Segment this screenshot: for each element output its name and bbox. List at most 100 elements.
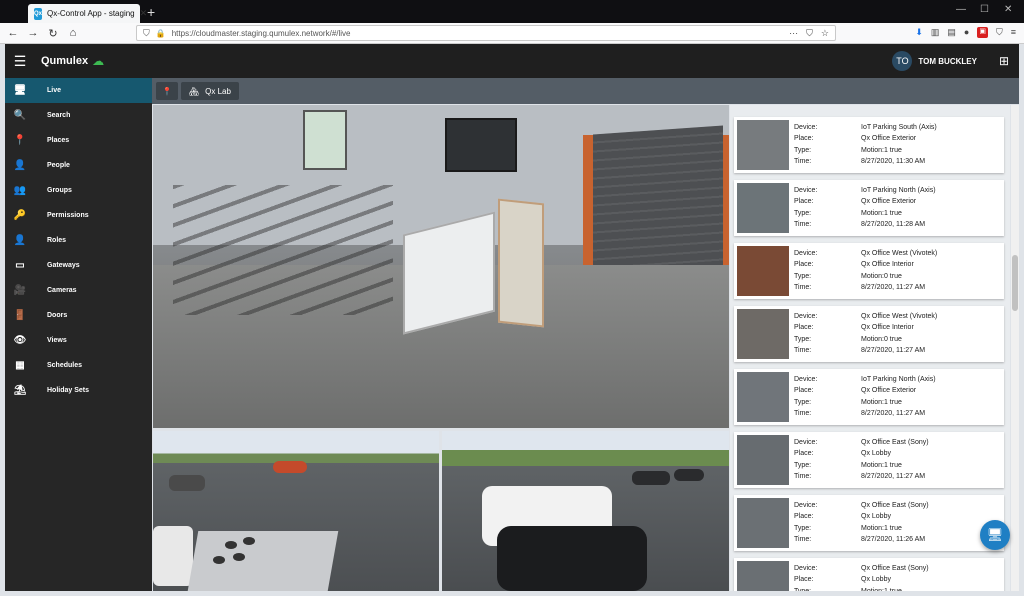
avatar[interactable]: TO — [892, 51, 913, 71]
sidebar-item-label: Holiday Sets — [47, 387, 90, 394]
event-label-place: Place: — [794, 513, 814, 521]
sidebar-item-people[interactable]: 👤 People — [5, 153, 152, 178]
event-thumbnail[interactable] — [737, 183, 789, 233]
user-name[interactable]: TOM BUCKLEY — [918, 57, 977, 66]
sidebar-item-views[interactable]: 👁 Views — [5, 328, 152, 353]
event-label-place: Place: — [794, 135, 814, 143]
sidebar-item-gateways[interactable]: ▭ Gateways — [5, 253, 152, 278]
event-device: IoT Parking South (Axis) — [861, 124, 937, 131]
location-button[interactable]: 📍 — [156, 82, 178, 100]
umbrella-icon: ⛱ — [13, 385, 27, 396]
event-label-time: Time: — [794, 157, 812, 165]
event-thumbnail[interactable] — [737, 561, 789, 591]
bookmark-star-icon[interactable]: ☆ — [821, 28, 829, 39]
event-thumbnail[interactable] — [737, 246, 789, 296]
event-label-time: Time: — [794, 220, 812, 228]
event-labels: Device: Place: Type: Time: — [794, 248, 817, 293]
sidebar-item-places[interactable]: 📍 Places — [5, 128, 152, 153]
event-device: Qx Office West (Vivotek) — [861, 250, 938, 257]
event-place: Qx Lobby — [861, 576, 891, 584]
event-card[interactable]: Device:Place:Type:Time:Qx Office East (S… — [734, 558, 1004, 591]
event-card[interactable]: Device: Place: Type: Time: Qx Office West (V… — [734, 243, 1004, 299]
extension-icon[interactable]: ⛉ — [996, 27, 1003, 38]
events-scrollbar[interactable] — [1011, 105, 1019, 591]
sidebar-item-holiday-sets[interactable]: ⛱ Holiday Sets — [5, 378, 152, 403]
hamburger-menu-icon[interactable]: ☰ — [5, 53, 35, 70]
reload-icon[interactable]: ↻ — [46, 27, 60, 40]
event-time: 8/27/2020, 11:27 AM — [861, 409, 926, 417]
sidebar-item-search[interactable]: 🔍 Search — [5, 103, 152, 128]
menu-icon[interactable]: ≡ — [1011, 27, 1016, 38]
cloud-icon: ☁ — [92, 54, 105, 68]
camera-feed-parking-right[interactable] — [442, 431, 729, 591]
address-bar[interactable]: ⛉ 🔒 https://cloudmaster.staging.qumulex.… — [136, 25, 836, 41]
minimize-icon[interactable]: — — [956, 4, 966, 15]
event-device: Qx Office East (Sony) — [861, 565, 929, 572]
sidebar-item-live[interactable]: 🖥 Live — [5, 78, 152, 103]
event-card[interactable]: Device: Place: Type: Time: IoT Parking South… — [734, 117, 1004, 173]
event-thumbnail[interactable] — [737, 435, 789, 485]
event-place: Qx Office Exterior — [861, 135, 917, 143]
event-card[interactable]: Device:Place:Type:Time:Qx Office East (S… — [734, 432, 1004, 488]
event-thumbnail[interactable] — [737, 372, 789, 422]
sidebar-item-label: People — [47, 162, 70, 169]
camera-feed-parking-left[interactable] — [153, 431, 439, 591]
events-panel: Device: Place: Type: Time: IoT Parking South… — [730, 105, 1010, 591]
event-type: Motion:1 true — [861, 461, 902, 469]
event-type: Motion:1 true — [861, 524, 902, 532]
sidebar-item-label: Live — [47, 87, 62, 94]
event-card[interactable]: Device:Place:Type:Time:Qx Office East (S… — [734, 495, 1004, 551]
tab-favicon: Qx — [34, 7, 43, 20]
event-card[interactable]: Device: Place: Type: Time: IoT Parking North… — [734, 369, 1004, 425]
event-thumbnail[interactable] — [737, 309, 789, 359]
sidebar-item-schedules[interactable]: ▦ Schedules — [5, 353, 152, 378]
event-card[interactable]: Device: Place: Type: Time: IoT Parking North… — [734, 180, 1004, 236]
lock-icon: 🔒 — [155, 28, 166, 38]
layout-grid-icon[interactable]: ⊞ — [999, 54, 1009, 68]
camera-feed-main[interactable] — [153, 105, 729, 428]
event-label-place: Place: — [794, 324, 814, 332]
event-label-place: Place: — [794, 387, 814, 395]
maximize-icon[interactable]: ☐ — [980, 4, 989, 15]
sidebar-item-roles[interactable]: 👤 Roles — [5, 228, 152, 253]
home-icon[interactable]: ⌂ — [66, 27, 80, 39]
scrollbar-thumb[interactable] — [1012, 255, 1018, 311]
library-icon[interactable]: ▥ — [931, 27, 940, 38]
place-chip[interactable]: 🏘 Qx Lab — [180, 82, 239, 100]
new-tab-icon[interactable]: + — [147, 4, 155, 20]
extension-badge-icon[interactable]: ▣ — [977, 27, 988, 38]
forward-icon[interactable]: → — [26, 27, 40, 39]
live-view-fab-button[interactable]: 🖥 — [980, 520, 1010, 550]
account-icon[interactable]: ● — [964, 27, 969, 38]
browser-tab[interactable]: Qx Qx-Control App - staging ✕ — [28, 4, 147, 23]
event-label-place: Place: — [794, 576, 814, 584]
close-window-icon[interactable]: ✕ — [1004, 4, 1012, 15]
sidebar-item-permissions[interactable]: 🔑 Permissions — [5, 203, 152, 228]
event-label-time: Time: — [794, 535, 812, 543]
sidebar-item-label: Groups — [47, 187, 72, 194]
event-device: IoT Parking North (Axis) — [861, 376, 936, 383]
event-type: Motion:0 true — [861, 335, 902, 343]
role-icon: 👤 — [13, 235, 27, 246]
event-label-type: Type: — [794, 524, 812, 532]
shield-icon: ⛉ — [143, 27, 150, 38]
event-thumbnail[interactable] — [737, 498, 789, 548]
monitor-icon: 🖥 — [13, 85, 27, 96]
event-card[interactable]: Device: Place: Type: Time: Qx Office West (V… — [734, 306, 1004, 362]
event-values: Qx Office East (Sony) Qx Lobby Motion:1 tr… — [861, 500, 929, 545]
sidebar-item-doors[interactable]: 🚪 Doors — [5, 303, 152, 328]
back-icon[interactable]: ← — [6, 27, 20, 39]
sidebar-item-cameras[interactable]: 🎥 Cameras — [5, 278, 152, 303]
page-actions-icon[interactable]: ··· — [789, 28, 798, 39]
download-icon[interactable]: ⬇ — [915, 27, 923, 38]
camera-icon: 🎥 — [13, 285, 27, 296]
reader-icon[interactable]: ▤ — [947, 27, 956, 38]
event-device: Qx Office East (Sony) — [861, 439, 929, 446]
event-time: 8/27/2020, 11:26 AM — [861, 535, 926, 543]
sidebar-item-groups[interactable]: 👥 Groups — [5, 178, 152, 203]
event-label-time: Time: — [794, 283, 812, 291]
location-pin-icon: 📍 — [13, 135, 27, 146]
event-thumbnail[interactable] — [737, 120, 789, 170]
calendar-icon: ▦ — [15, 360, 25, 371]
pocket-icon[interactable]: ⛉ — [806, 28, 813, 39]
